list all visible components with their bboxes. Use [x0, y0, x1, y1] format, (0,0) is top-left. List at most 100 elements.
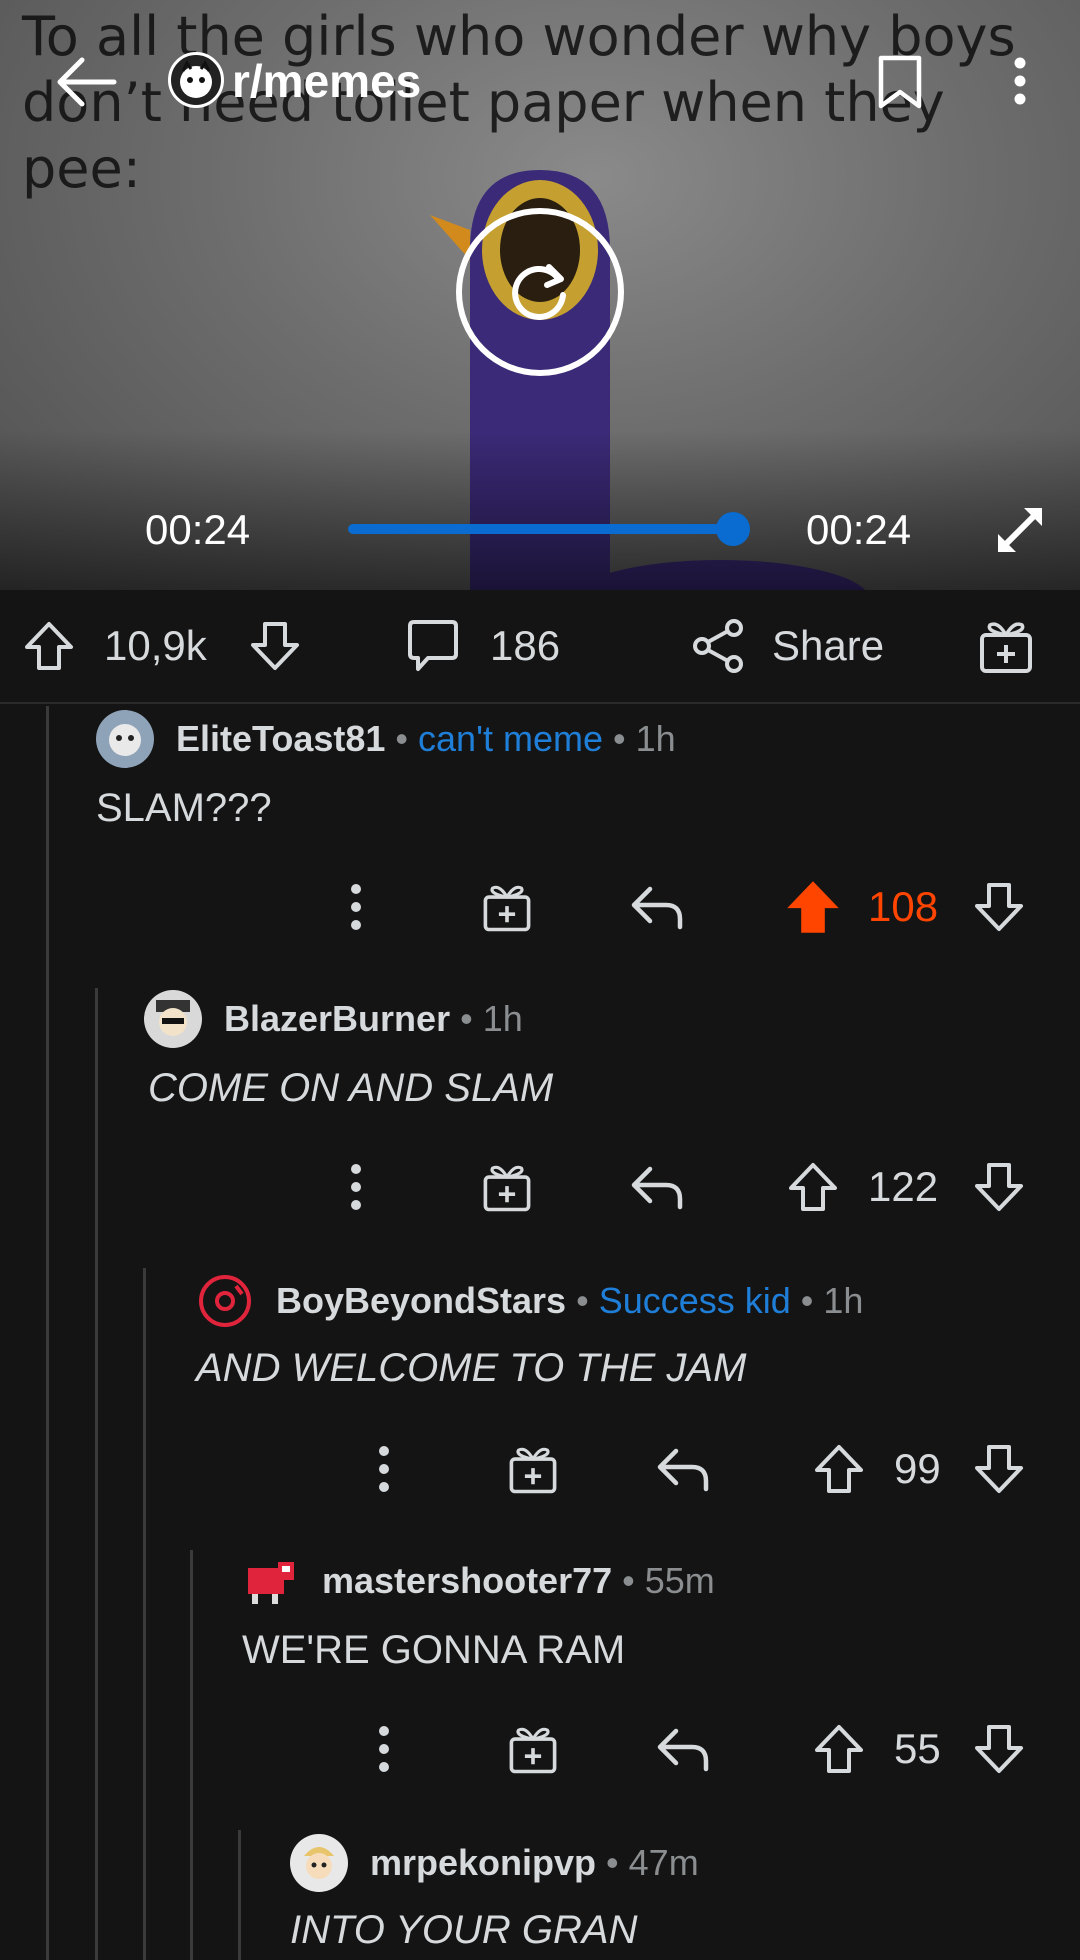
separator-dot: •: [800, 1280, 814, 1321]
red-sheep-icon: [248, 1562, 294, 1604]
comment-body: COME ON AND SLAM: [148, 1066, 554, 1110]
back-button[interactable]: [48, 44, 124, 120]
upvote-arrow-icon: [815, 1445, 863, 1493]
upvote-arrow-icon: [815, 1725, 863, 1773]
reply-arrow-icon: [657, 1448, 709, 1492]
comment-body: SLAM???: [96, 786, 272, 830]
comment-bubble-icon: [408, 620, 458, 671]
avatar-face-icon: [109, 724, 141, 756]
comment-reply-button[interactable]: [628, 872, 686, 942]
comment-username[interactable]: mrpekonipvp: [370, 1842, 596, 1884]
upvote-arrow-icon: [25, 622, 73, 670]
vertical-dots-icon: [379, 1446, 389, 1492]
share-button[interactable]: Share: [690, 590, 884, 702]
comment-upvote-button[interactable]: [784, 872, 842, 942]
separator-dot: •: [395, 718, 409, 759]
comment-username[interactable]: BoyBeyondStars: [276, 1280, 566, 1322]
gift-icon: [509, 1727, 557, 1774]
gift-icon: [483, 1165, 531, 1212]
comments-button[interactable]: [404, 590, 462, 702]
comment-more-button[interactable]: [350, 872, 362, 942]
user-flair: Success kid: [598, 1280, 791, 1321]
comment-header: mastershooter77 • 55m: [242, 1552, 715, 1610]
thread-line-depth-3[interactable]: [143, 1268, 146, 1960]
progress-handle[interactable]: [716, 512, 750, 546]
comment-downvote-button[interactable]: [972, 1434, 1026, 1504]
comment-more-button[interactable]: [378, 1434, 390, 1504]
downvote-arrow-icon: [975, 1445, 1023, 1493]
comment-upvote-button[interactable]: [812, 1714, 866, 1784]
separator-dot: •: [606, 1842, 619, 1883]
comment-upvote-button[interactable]: [812, 1434, 866, 1504]
downvote-arrow-icon: [975, 1163, 1023, 1211]
avatar-face-icon: [156, 1000, 190, 1036]
comment-header: mrpekonipvp • 47m: [290, 1834, 699, 1892]
user-avatar[interactable]: [144, 990, 202, 1048]
comment-time: 1h: [823, 1280, 864, 1321]
vertical-dots-icon: [351, 1164, 361, 1210]
comment-body: WE'RE GONNA RAM: [242, 1628, 626, 1672]
arrow-left-icon: [57, 57, 117, 107]
progress-bar[interactable]: [348, 524, 744, 534]
comment-header: BlazerBurner • 1h: [144, 990, 523, 1048]
gift-icon: [483, 885, 531, 932]
comment-more-button[interactable]: [378, 1714, 390, 1784]
share-label: Share: [772, 622, 885, 669]
comment-more-button[interactable]: [350, 1152, 362, 1222]
comment-award-button[interactable]: [506, 1714, 560, 1784]
comment-score: 99: [894, 1445, 941, 1492]
comment-reply-button[interactable]: [654, 1434, 712, 1504]
separator-dot: •: [612, 718, 626, 759]
bookmark-icon: [878, 55, 922, 109]
comment-award-button[interactable]: [480, 872, 534, 942]
reply-arrow-icon: [657, 1728, 709, 1772]
post-score: 10,9k: [104, 622, 207, 669]
comment-time: 1h: [482, 998, 523, 1039]
comment-downvote-button[interactable]: [972, 1714, 1026, 1784]
replay-icon: [512, 264, 566, 320]
fullscreen-button[interactable]: [990, 500, 1050, 560]
comment-award-button[interactable]: [480, 1152, 534, 1222]
upvote-arrow-filled-icon: [787, 881, 839, 933]
downvote-arrow-icon: [975, 883, 1023, 931]
comment-downvote-button[interactable]: [972, 1152, 1026, 1222]
comment-actions: 122: [0, 1152, 1080, 1222]
comment-reply-button[interactable]: [654, 1714, 712, 1784]
video-player[interactable]: To all the girls who wonder why boys don…: [0, 0, 1080, 590]
comment-time: 55m: [644, 1560, 715, 1601]
award-button[interactable]: [976, 590, 1036, 702]
post-downvote-button[interactable]: [248, 590, 302, 702]
user-avatar[interactable]: [242, 1552, 300, 1610]
comment-upvote-button[interactable]: [786, 1152, 840, 1222]
user-avatar[interactable]: [290, 1834, 348, 1892]
comment-username[interactable]: BlazerBurner: [224, 998, 450, 1040]
comment-username[interactable]: mastershooter77: [322, 1560, 612, 1602]
comment-username[interactable]: EliteToast81: [176, 718, 385, 760]
gift-icon: [980, 622, 1032, 673]
more-options-button[interactable]: [1000, 48, 1040, 114]
replay-button[interactable]: [456, 208, 624, 376]
user-avatar[interactable]: [196, 1272, 254, 1330]
comment-actions: 55: [0, 1714, 1080, 1784]
comment-header: EliteToast81 • can't meme • 1h: [96, 710, 676, 768]
thread-line-depth-5[interactable]: [238, 1830, 241, 1960]
upvote-arrow-icon: [789, 1163, 837, 1211]
subreddit-avatar[interactable]: [168, 52, 224, 108]
user-flair: can't meme: [418, 718, 603, 759]
comment-body: AND WELCOME TO THE JAM: [196, 1346, 747, 1390]
comment-score: 108: [868, 883, 939, 930]
separator-dot: •: [460, 998, 473, 1039]
current-time: 00:24: [145, 506, 251, 553]
save-button[interactable]: [872, 50, 928, 114]
comment-actions: 99: [0, 1434, 1080, 1504]
user-avatar[interactable]: [96, 710, 154, 768]
comment-time: 47m: [628, 1842, 699, 1883]
comment-award-button[interactable]: [506, 1434, 560, 1504]
subreddit-name[interactable]: r/memes: [232, 54, 421, 108]
avatar-face-icon: [304, 1847, 334, 1879]
reply-arrow-icon: [631, 886, 683, 930]
comment-reply-button[interactable]: [628, 1152, 686, 1222]
post-upvote-button[interactable]: [22, 590, 76, 702]
reply-arrow-icon: [631, 1166, 683, 1210]
comment-downvote-button[interactable]: [972, 872, 1026, 942]
